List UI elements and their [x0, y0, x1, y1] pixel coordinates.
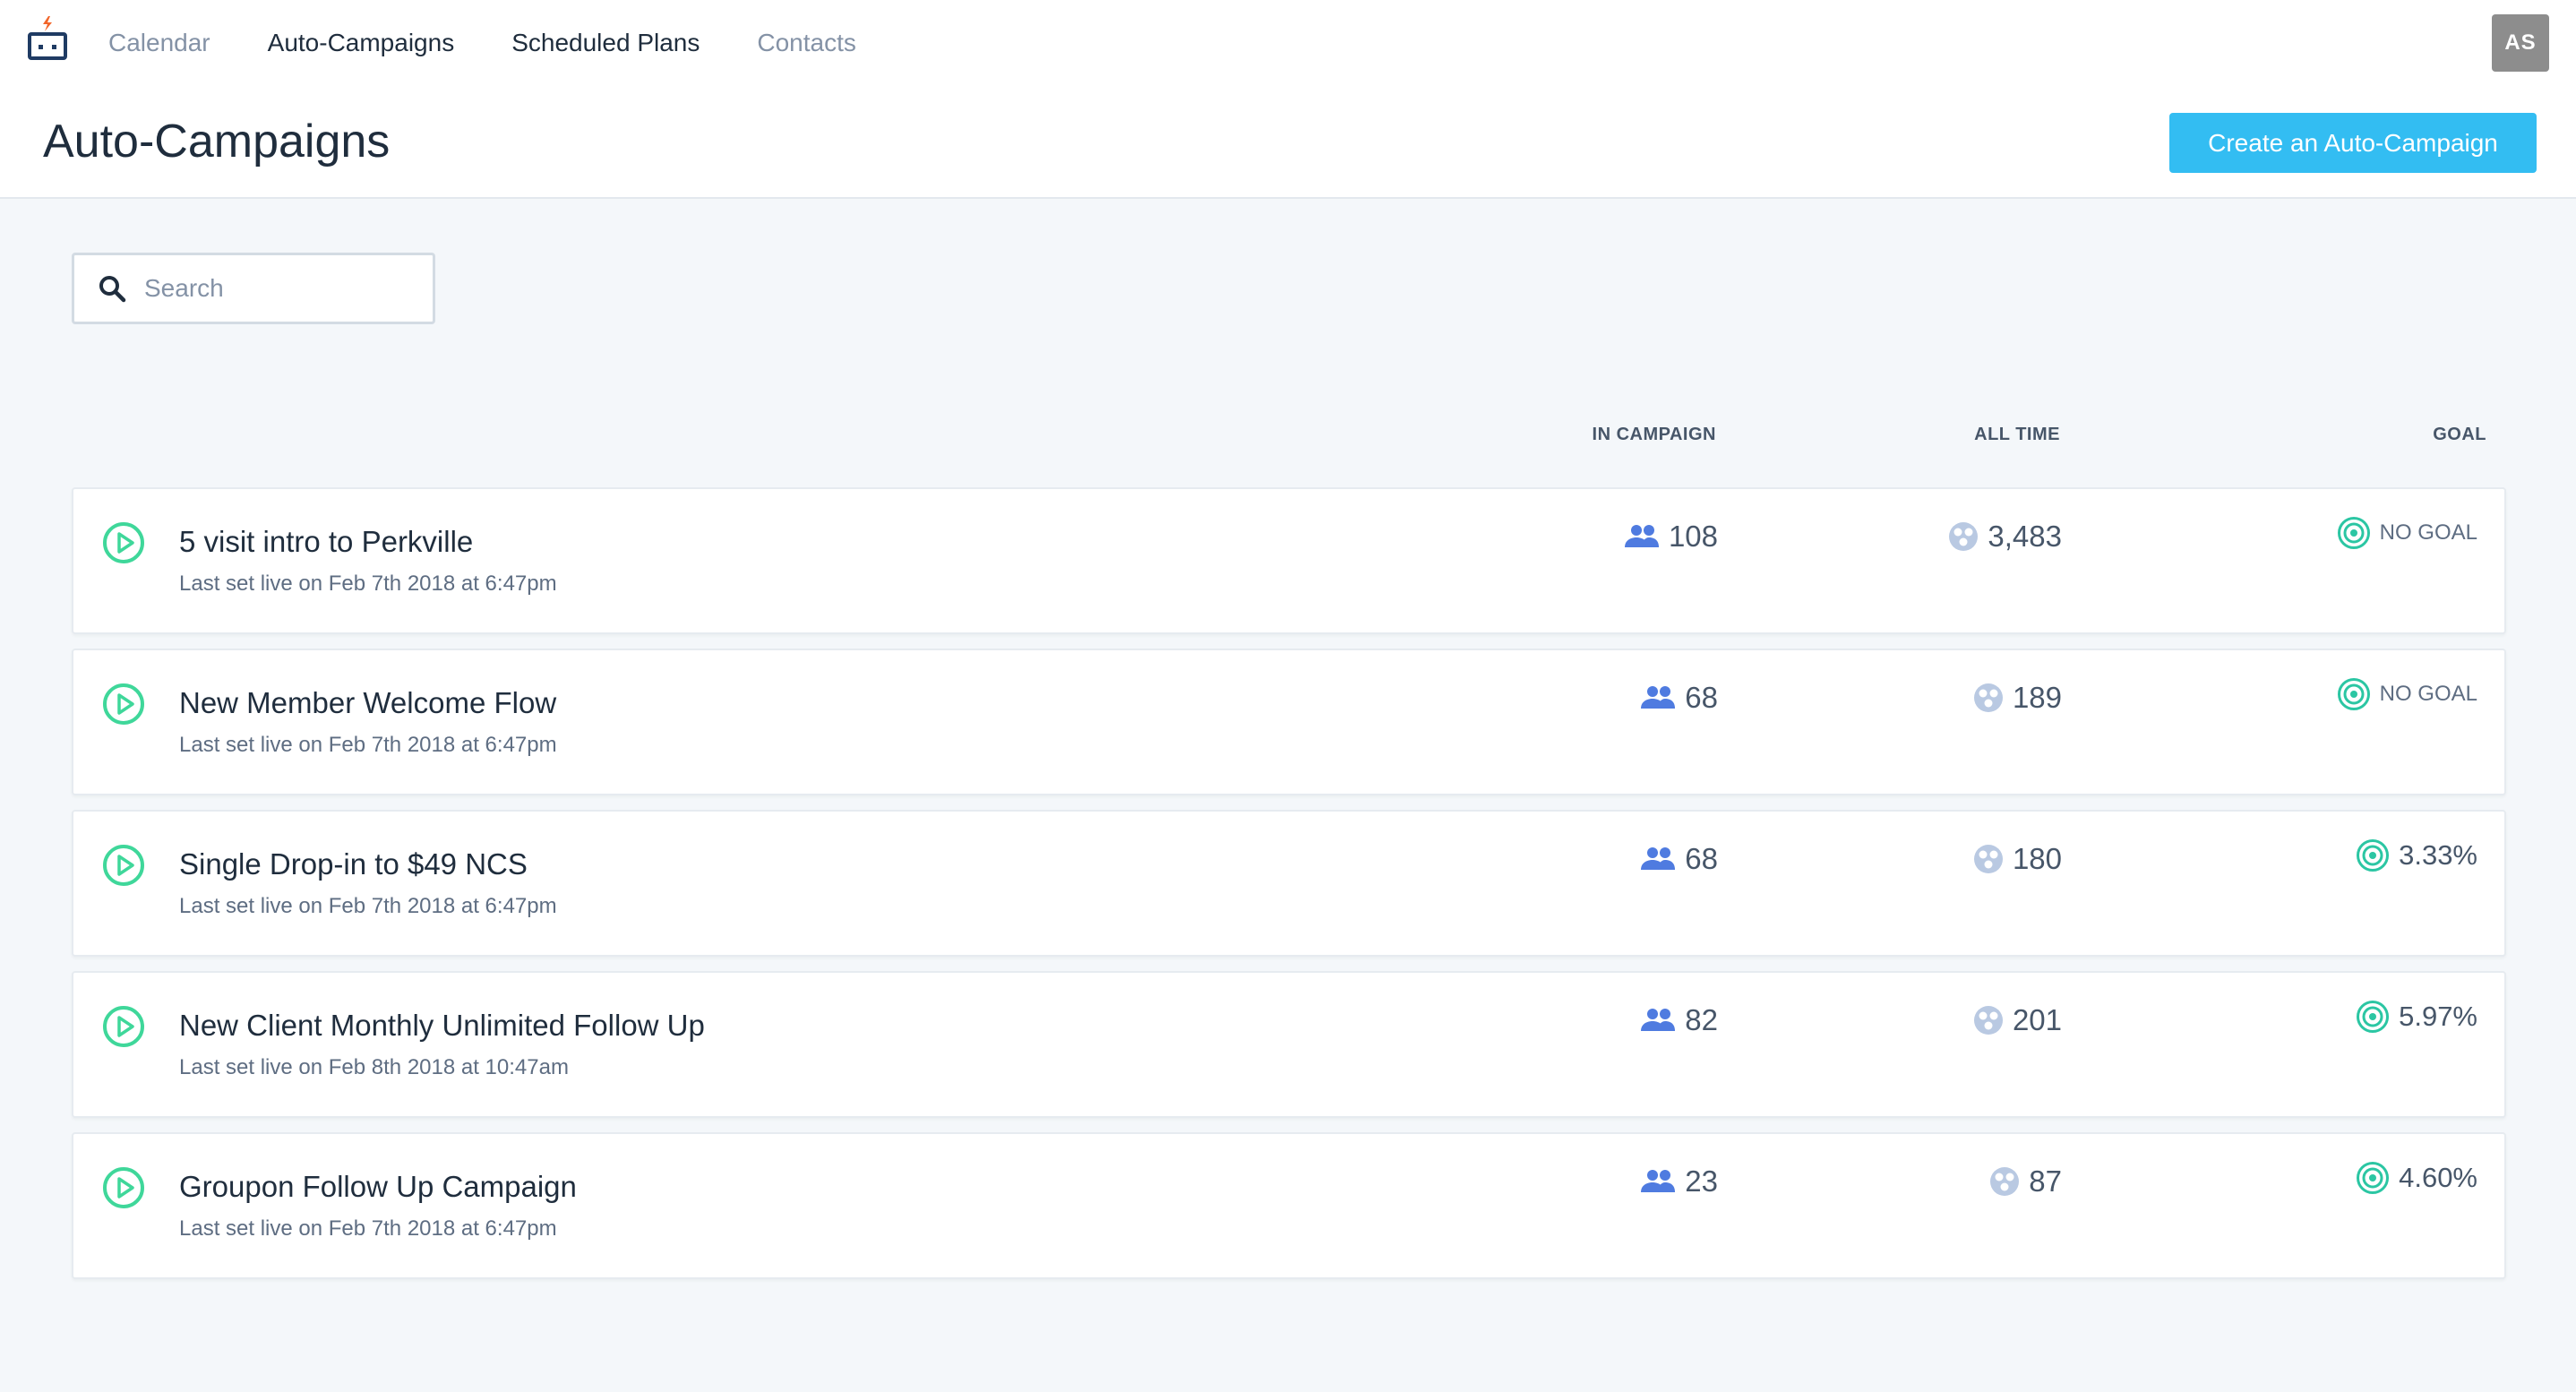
campaign-name[interactable]: Groupon Follow Up Campaign [179, 1170, 577, 1204]
dots-circle-icon [1949, 522, 1979, 551]
goal-value: NO GOAL [2379, 682, 2477, 706]
play-circle-icon[interactable] [102, 1005, 145, 1048]
top-bar: Calendar Auto-Campaigns Scheduled Plans … [0, 0, 2576, 199]
campaign-last-live: Last set live on Feb 7th 2018 at 6:47pm [179, 733, 557, 757]
play-circle-icon[interactable] [102, 521, 145, 564]
create-auto-campaign-button[interactable]: Create an Auto-Campaign [2169, 113, 2537, 173]
all-time-value: 3,483 [1988, 520, 2062, 553]
search-input[interactable] [144, 274, 395, 303]
play-circle-icon[interactable] [102, 1166, 145, 1209]
goal-value: 3.33% [2399, 839, 2477, 871]
play-circle-icon[interactable] [102, 683, 145, 726]
in-campaign-value: 82 [1685, 1003, 1718, 1036]
play-circle-icon[interactable] [102, 844, 145, 887]
nav-contacts[interactable]: Contacts [757, 29, 856, 57]
user-avatar[interactable]: AS [2492, 14, 2549, 72]
page-title: Auto-Campaigns [43, 116, 391, 168]
all-time-value: 87 [2029, 1164, 2062, 1198]
campaign-name[interactable]: Single Drop-in to $49 NCS [179, 847, 528, 881]
campaign-row[interactable]: New Client Monthly Unlimited Follow Up La… [72, 971, 2506, 1118]
all-time-count: 201 [1973, 1003, 2062, 1037]
all-time-count: 3,483 [1948, 520, 2062, 554]
nav-calendar[interactable]: Calendar [108, 29, 210, 57]
campaign-name[interactable]: New Client Monthly Unlimited Follow Up [179, 1009, 705, 1043]
goal-value: 5.97% [2399, 1001, 2477, 1032]
goal-indicator: NO GOAL [2337, 516, 2477, 550]
nav-scheduled-plans[interactable]: Scheduled Plans [511, 29, 700, 57]
target-icon [2357, 1001, 2390, 1033]
all-time-count: 87 [1989, 1164, 2062, 1199]
people-icon [1641, 847, 1676, 870]
campaign-row[interactable]: 5 visit intro to Perkville Last set live … [72, 487, 2506, 634]
all-time-count: 180 [1973, 842, 2062, 876]
in-campaign-value: 68 [1685, 842, 1718, 875]
dots-circle-icon [1990, 1167, 2020, 1196]
goal-indicator: 3.33% [2356, 838, 2477, 872]
campaign-row[interactable]: Single Drop-in to $49 NCS Last set live o… [72, 810, 2506, 957]
target-icon [2337, 517, 2370, 549]
header-all-time[interactable]: ALL TIME [1974, 425, 2060, 445]
main-nav: Calendar Auto-Campaigns Scheduled Plans … [108, 27, 914, 59]
header-in-campaign[interactable]: IN CAMPAIGN [1593, 425, 1716, 445]
campaign-last-live: Last set live on Feb 8th 2018 at 10:47am [179, 1055, 569, 1079]
in-campaign-value: 23 [1685, 1164, 1718, 1198]
campaign-name[interactable]: 5 visit intro to Perkville [179, 525, 473, 559]
campaign-list: 5 visit intro to Perkville Last set live … [72, 487, 2506, 1293]
in-campaign-value: 108 [1668, 520, 1718, 553]
campaign-last-live: Last set live on Feb 7th 2018 at 6:47pm [179, 1216, 557, 1241]
all-time-count: 189 [1973, 681, 2062, 715]
campaign-last-live: Last set live on Feb 7th 2018 at 6:47pm [179, 571, 557, 596]
goal-indicator: 5.97% [2356, 1000, 2477, 1034]
in-campaign-count: 82 [1640, 1003, 1718, 1037]
in-campaign-count: 68 [1640, 681, 1718, 715]
nav-auto-campaigns[interactable]: Auto-Campaigns [268, 29, 455, 57]
goal-indicator: NO GOAL [2337, 677, 2477, 711]
in-campaign-count: 108 [1624, 520, 1718, 554]
target-icon [2357, 1162, 2390, 1194]
goal-value: 4.60% [2399, 1162, 2477, 1193]
dots-circle-icon [1973, 845, 2003, 873]
search-icon [99, 276, 126, 303]
people-icon [1641, 1170, 1676, 1192]
search-box[interactable] [72, 253, 435, 324]
people-icon [1641, 686, 1676, 709]
campaign-row[interactable]: Groupon Follow Up Campaign Last set live … [72, 1132, 2506, 1279]
all-time-value: 180 [2012, 842, 2062, 875]
dots-circle-icon [1973, 683, 2003, 712]
all-time-value: 201 [2012, 1003, 2062, 1036]
target-icon [2337, 678, 2370, 710]
all-time-value: 189 [2012, 681, 2062, 714]
target-icon [2357, 839, 2390, 872]
in-campaign-value: 68 [1685, 681, 1718, 714]
campaign-row[interactable]: New Member Welcome Flow Last set live on … [72, 649, 2506, 795]
goal-value: NO GOAL [2379, 520, 2477, 545]
in-campaign-count: 23 [1640, 1164, 1718, 1199]
in-campaign-count: 68 [1640, 842, 1718, 876]
people-icon [1624, 525, 1659, 547]
dots-circle-icon [1973, 1006, 2003, 1035]
campaign-name[interactable]: New Member Welcome Flow [179, 686, 556, 720]
people-icon [1641, 1009, 1676, 1031]
campaign-last-live: Last set live on Feb 7th 2018 at 6:47pm [179, 894, 557, 918]
briefcase-lightning-icon[interactable] [27, 16, 68, 61]
goal-indicator: 4.60% [2356, 1161, 2477, 1195]
header-goal[interactable]: GOAL [2433, 425, 2486, 445]
